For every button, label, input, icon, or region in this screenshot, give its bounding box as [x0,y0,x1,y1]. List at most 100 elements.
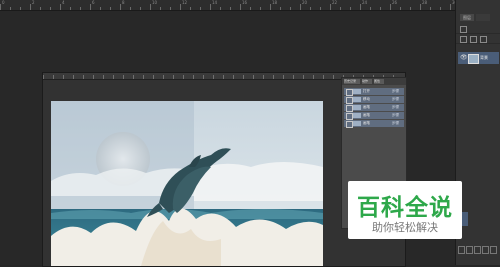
lock-row[interactable] [456,34,500,44]
ruler-tick [260,7,261,10]
ruler-tick [253,75,254,79]
ruler-tick [20,7,21,10]
ruler-tick [340,7,341,10]
history-row[interactable]: 画笔 步骤 [344,104,404,112]
history-panel-header: 历史记录 动作 属性 [342,78,406,85]
ruler-tick [100,7,101,10]
ruler-label: 14 [212,0,218,5]
ruler-tick [130,7,131,10]
ruler-tick [303,75,304,79]
history-step-label: 画笔 [363,105,370,109]
ruler-tick [103,75,104,79]
history-row[interactable]: 打开 步骤 [344,88,404,96]
layer-row-background[interactable]: 👁 背景 [458,52,499,64]
history-thumbnail [353,97,361,102]
history-step-icon [346,113,353,120]
ruler-tick [40,7,41,10]
ruler-tick [230,7,231,10]
ruler-tick [30,4,31,10]
link-layers-icon[interactable] [458,246,465,254]
ruler-tick [223,75,224,79]
ruler-tick [320,7,321,10]
channels-tab[interactable] [476,14,490,21]
history-step-label: 移动 [363,97,370,101]
dolphin-ocean-image [51,101,323,266]
ruler-tick [163,75,164,79]
ruler-label: 2 [32,0,35,5]
ruler-tick [273,75,274,79]
ruler-tick [370,7,371,10]
blend-mode-icon [460,26,467,33]
ruler-tick [430,7,431,10]
ruler-tick [333,75,334,79]
history-thumbnail [353,121,361,126]
ruler-tick [110,7,111,10]
watermark-subtitle: 助你轻松解决 [372,221,438,234]
history-step-label: 画笔 [363,113,370,117]
actions-tab[interactable]: 动作 [362,79,372,84]
ruler-label: 0 [2,0,5,5]
ruler-tick [150,4,151,10]
history-step-label: 打开 [363,89,370,93]
ruler-label: 6 [92,0,95,5]
history-step-label: 画笔 [363,121,370,125]
ruler-tick [300,4,301,10]
visibility-eye-icon[interactable]: 👁 [460,55,468,61]
delete-layer-icon[interactable] [490,246,497,254]
ruler-tick [143,75,144,79]
ruler-label: 22 [332,0,338,5]
move-lock-icon [480,36,487,43]
properties-tab[interactable]: 属性 [374,79,384,84]
ruler-tick [330,4,331,10]
ruler-tick [220,7,221,10]
ruler-label: 26 [392,0,398,5]
scroll-accent [462,212,468,226]
history-step-tag: 步骤 [392,105,399,109]
ruler-tick [133,75,134,79]
layers-tab[interactable]: 图层 [460,14,474,21]
ruler-tick [80,7,81,10]
ruler-tick [410,7,411,10]
ruler-tick [200,7,201,10]
add-style-icon[interactable] [466,246,473,254]
image-canvas[interactable] [51,101,323,266]
ruler-label: 18 [272,0,278,5]
history-row[interactable]: 画笔 步骤 [344,112,404,120]
layer-thumbnail [468,54,479,64]
new-layer-icon[interactable] [482,246,489,254]
ruler-tick [263,75,264,79]
lock-icon [460,36,467,43]
ruler-tick [240,4,241,10]
history-step-tag: 步骤 [392,121,399,125]
ruler-tick [60,4,61,10]
ruler-tick [360,4,361,10]
ruler-tick [380,7,381,10]
ruler-tick [63,75,64,79]
ruler-tick [290,7,291,10]
history-tab[interactable]: 历史记录 [344,79,360,84]
ruler-tick [70,7,71,10]
ruler-tick [183,75,184,79]
ruler-label: 20 [302,0,308,5]
history-step-icon [346,97,353,104]
history-row[interactable]: 移动 步骤 [344,96,404,104]
ruler-tick [280,7,281,10]
ruler-tick [270,4,271,10]
add-mask-icon[interactable] [474,246,481,254]
ruler-label: 10 [152,0,158,5]
ruler-tick [213,75,214,79]
ruler-tick [43,75,44,79]
history-thumbnail [353,113,361,118]
ruler-tick [173,75,174,79]
history-row[interactable]: 画笔 步骤 [344,120,404,128]
history-thumbnail [353,105,361,110]
history-step-icon [346,89,353,96]
ruler-tick [153,75,154,79]
ruler-tick [193,75,194,79]
blend-mode-row[interactable] [456,24,500,34]
ruler-tick [440,7,441,10]
layer-name: 背景 [480,55,488,60]
ruler-tick [450,4,451,10]
ruler-tick [400,7,401,10]
ruler-tick [140,7,141,10]
